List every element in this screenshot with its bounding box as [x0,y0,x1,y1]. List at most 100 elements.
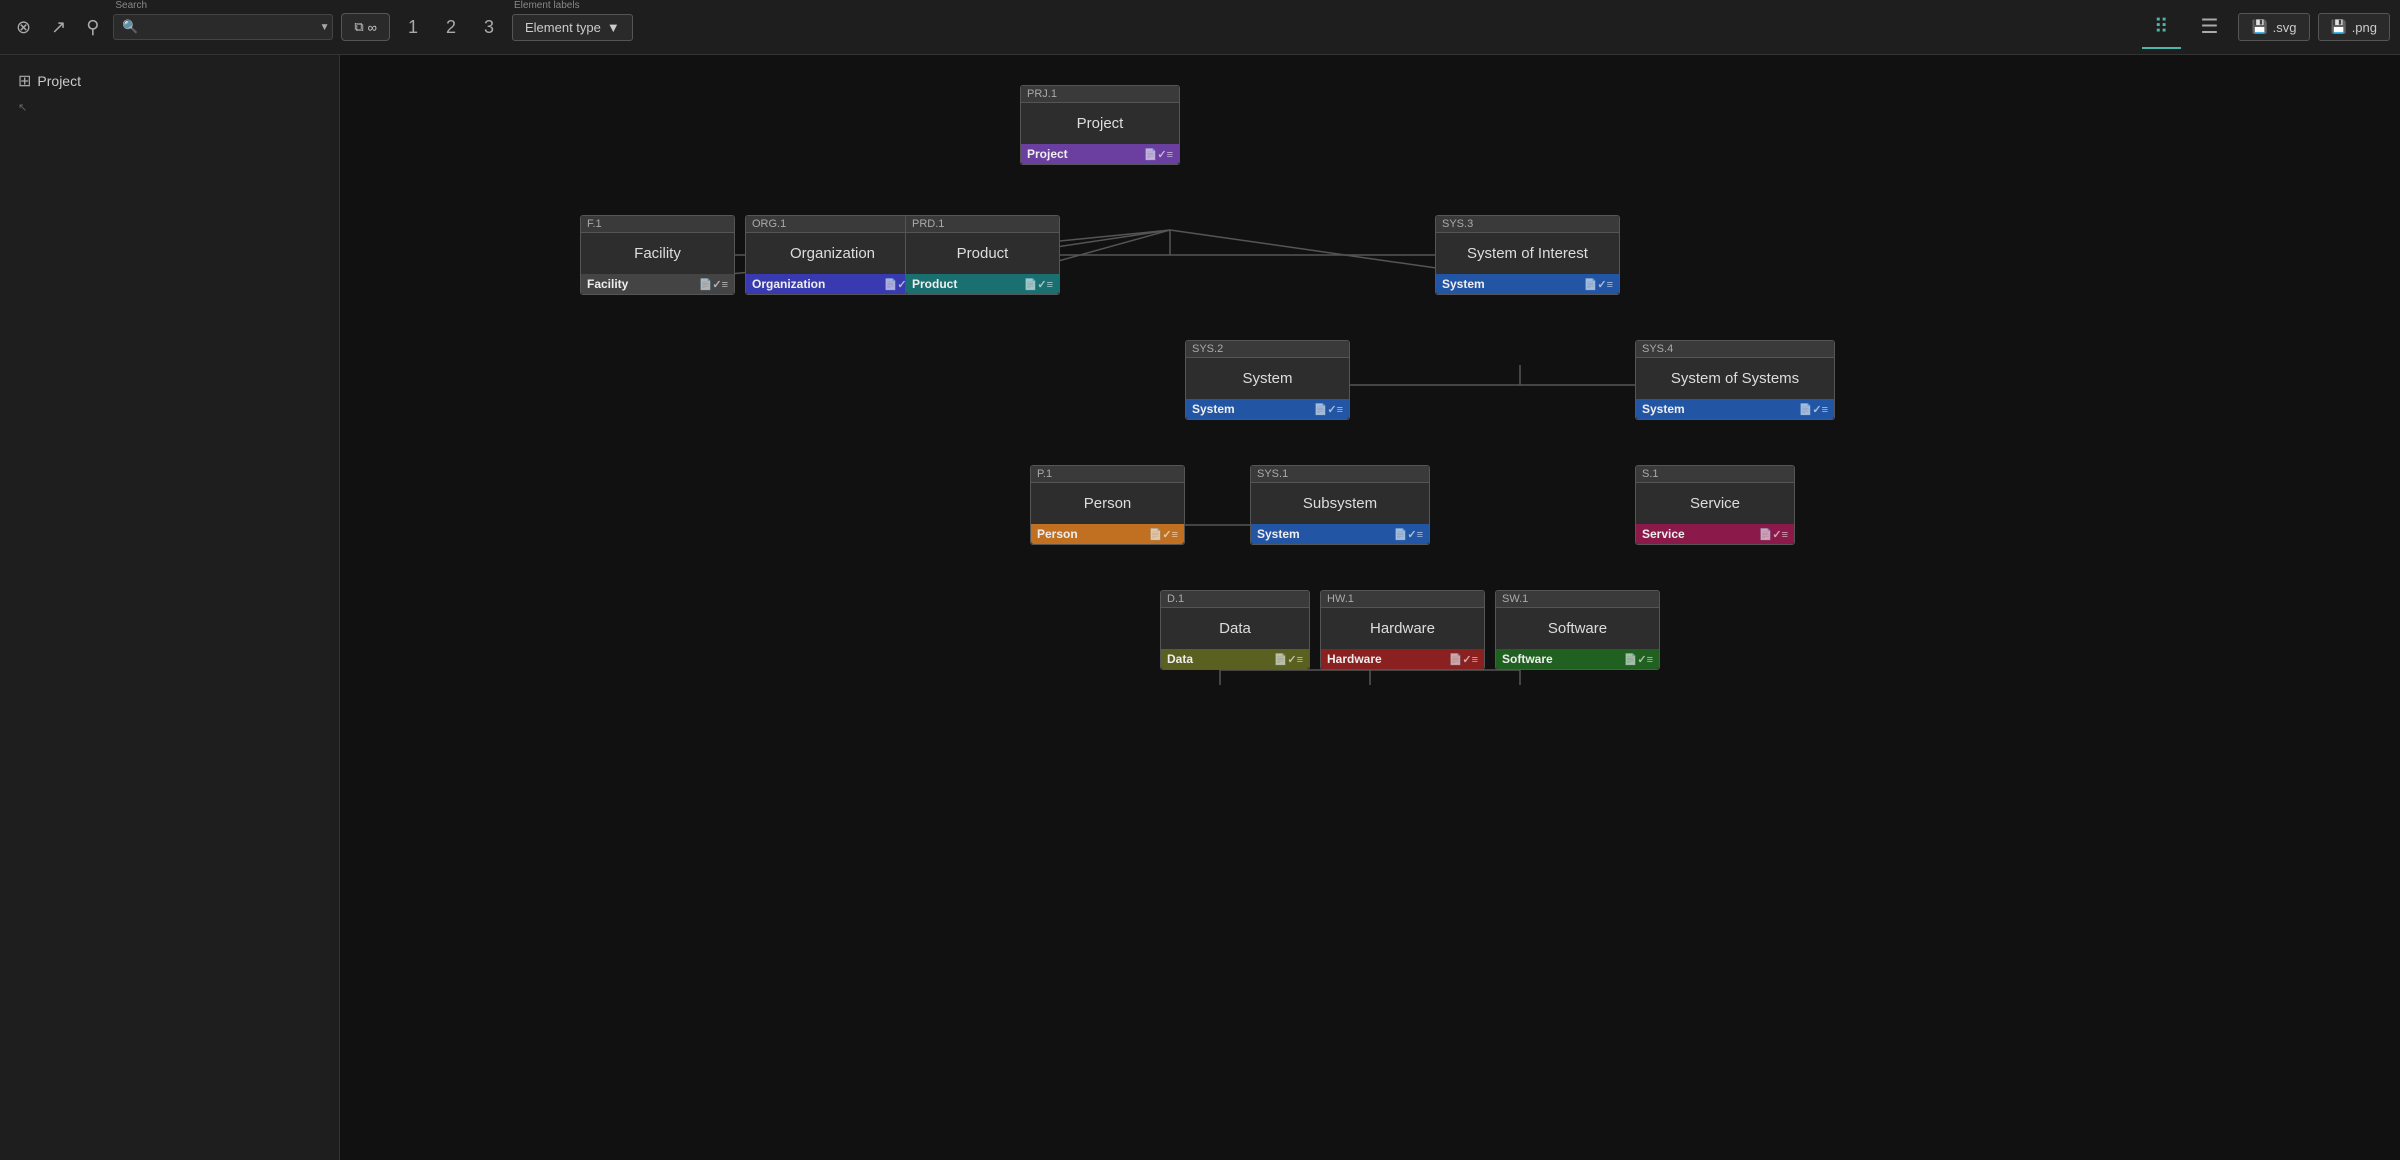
node-label-bar-hw1: Hardware 📄✓≡ [1321,649,1484,669]
node-label-bar-sys4: System 📄✓≡ [1636,399,1834,419]
node-f1[interactable]: F.1 Facility Facility 📄✓≡ [580,215,735,295]
node-label-text-d1: Data [1167,652,1193,666]
sidebar-item-project[interactable]: ⊞ Project [10,65,329,97]
num2-button[interactable]: 2 [436,13,466,42]
node-sw1[interactable]: SW.1 Software Software 📄✓≡ [1495,590,1660,670]
node-id-sys2: SYS.2 [1186,341,1349,358]
plus-icon: ⊞ [18,71,31,91]
node-sys1[interactable]: SYS.1 Subsystem System 📄✓≡ [1250,465,1430,545]
node-id-prd1: PRD.1 [906,216,1059,233]
node-label-icons-sys1: 📄✓≡ [1394,528,1423,541]
node-prj1[interactable]: PRJ.1 Project Project 📄✓≡ [1020,85,1180,165]
search-input-wrap: 🔍 ▼ [113,14,333,40]
node-sys2[interactable]: SYS.2 System System 📄✓≡ [1185,340,1350,420]
node-sys4[interactable]: SYS.4 System of Systems System 📄✓≡ [1635,340,1835,420]
node-id-d1: D.1 [1161,591,1309,608]
node-title-p1: Person [1031,483,1184,524]
node-title-hw1: Hardware [1321,608,1484,649]
node-title-d1: Data [1161,608,1309,649]
node-label-text-org1: Organization [752,277,825,291]
node-title-s1: Service [1636,483,1794,524]
node-label-text-sys2: System [1192,402,1235,416]
main: ⊞ Project ↖ [0,55,2400,1160]
node-org1[interactable]: ORG.1 Organization Organization 📄✓≡ [745,215,920,295]
node-label-text-s1: Service [1642,527,1685,541]
node-label-text-sys3: System [1442,277,1485,291]
element-type-button[interactable]: Element type ▼ [512,14,633,41]
canvas: PRJ.1 Project Project 📄✓≡ F.1 Facility F… [340,55,2400,1160]
search-container: Search 🔍 ▼ [113,14,333,40]
hierarchy-view-button[interactable]: ⠿ [2142,6,2181,49]
node-title-sys2: System [1186,358,1349,399]
node-p1[interactable]: P.1 Person Person 📄✓≡ [1030,465,1185,545]
node-id-prj1: PRJ.1 [1021,86,1179,103]
num1-button[interactable]: 1 [398,13,428,42]
pin-button[interactable]: ⚲ [80,13,105,42]
node-label-icons-d1: 📄✓≡ [1274,653,1303,666]
node-label-text-sys4: System [1642,402,1685,416]
node-id-org1: ORG.1 [746,216,919,233]
node-s1[interactable]: S.1 Service Service 📄✓≡ [1635,465,1795,545]
node-label-bar-prj1: Project 📄✓≡ [1021,144,1179,164]
node-label-icons-s1: 📄✓≡ [1759,528,1788,541]
element-labels-label: Element labels [514,0,580,11]
layers-icon: ⧉ [354,19,363,35]
node-id-sys4: SYS.4 [1636,341,1834,358]
node-label-bar-prd1: Product 📄✓≡ [906,274,1059,294]
node-label-text-p1: Person [1037,527,1078,541]
element-labels-wrap: Element labels Element type ▼ [512,14,633,41]
node-label-bar-f1: Facility 📄✓≡ [581,274,734,294]
node-title-prd1: Product [906,233,1059,274]
element-type-label: Element type [525,20,601,35]
node-label-text-prd1: Product [912,277,957,291]
node-label-icons-sys2: 📄✓≡ [1314,403,1343,416]
node-label-icons-prd1: 📄✓≡ [1024,278,1053,291]
node-label-text-f1: Facility [587,277,628,291]
node-title-f1: Facility [581,233,734,274]
node-label-text-prj1: Project [1027,147,1068,161]
node-title-sys1: Subsystem [1251,483,1429,524]
toolbar: ⊗ ↗ ⚲ Search 🔍 ▼ ⧉ ∞ 1 2 3 Element label… [0,0,2400,55]
node-label-text-sys1: System [1257,527,1300,541]
node-label-bar-d1: Data 📄✓≡ [1161,649,1309,669]
node-label-bar-s1: Service 📄✓≡ [1636,524,1794,544]
svg-icon: 💾 [2251,19,2267,35]
node-hw1[interactable]: HW.1 Hardware Hardware 📄✓≡ [1320,590,1485,670]
sidebar: ⊞ Project ↖ [0,55,340,1160]
node-sys3[interactable]: SYS.3 System of Interest System 📄✓≡ [1435,215,1620,295]
cursor-indicator: ↖ [10,97,329,118]
node-label-text-sw1: Software [1502,652,1553,666]
close-button[interactable]: ⊗ [10,13,37,42]
search-input[interactable] [144,20,320,35]
node-label-icons-sw1: 📄✓≡ [1624,653,1653,666]
layer-button[interactable]: ⧉ ∞ [341,13,390,41]
node-title-sys4: System of Systems [1636,358,1834,399]
node-label-bar-sys2: System 📄✓≡ [1186,399,1349,419]
node-label-bar-sys3: System 📄✓≡ [1436,274,1619,294]
node-label-icons-sys3: 📄✓≡ [1584,278,1613,291]
node-prd1[interactable]: PRD.1 Product Product 📄✓≡ [905,215,1060,295]
node-label-icons-prj1: 📄✓≡ [1144,148,1173,161]
node-d1[interactable]: D.1 Data Data 📄✓≡ [1160,590,1310,670]
svg-export-button[interactable]: 💾 .svg [2238,13,2309,41]
search-icon: 🔍 [122,19,138,35]
node-label-bar-p1: Person 📄✓≡ [1031,524,1184,544]
node-id-p1: P.1 [1031,466,1184,483]
expand-button[interactable]: ↗ [45,13,72,42]
search-label: Search [115,0,147,11]
node-label-icons-hw1: 📄✓≡ [1449,653,1478,666]
node-label-icons-f1: 📄✓≡ [699,278,728,291]
node-label-bar-org1: Organization 📄✓≡ [746,274,919,294]
search-dropdown-button[interactable]: ▼ [320,22,330,33]
num3-button[interactable]: 3 [474,13,504,42]
node-title-org1: Organization [746,233,919,274]
node-label-bar-sw1: Software 📄✓≡ [1496,649,1659,669]
png-export-button[interactable]: 💾 .png [2318,13,2391,41]
node-title-prj1: Project [1021,103,1179,144]
node-label-icons-sys4: 📄✓≡ [1799,403,1828,416]
toolbar-right: ⠿ ☰ 💾 .svg 💾 .png [2142,6,2390,49]
node-title-sys3: System of Interest [1436,233,1619,274]
node-id-hw1: HW.1 [1321,591,1484,608]
table-view-button[interactable]: ☰ [2189,6,2231,49]
node-label-text-hw1: Hardware [1327,652,1382,666]
